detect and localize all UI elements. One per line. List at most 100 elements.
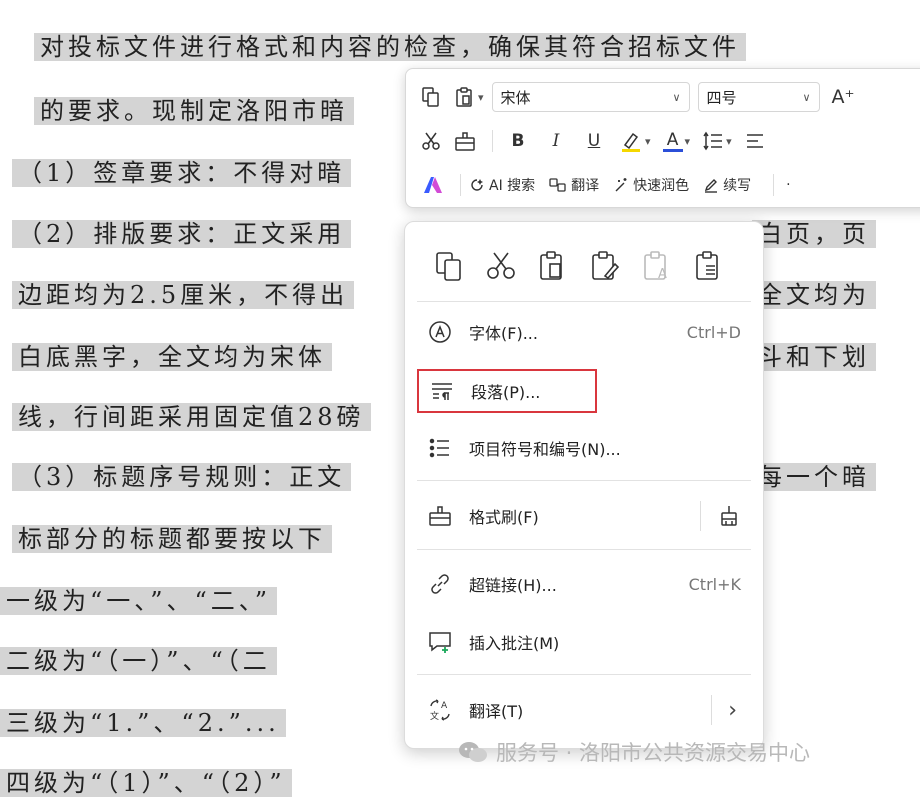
menu-item-bullets-label: 项目符号和编号(N)... xyxy=(469,440,621,459)
font-icon xyxy=(425,320,455,344)
paragraph-icon xyxy=(427,379,457,403)
toolbar-separator xyxy=(492,130,493,152)
ai-search-icon xyxy=(471,179,483,191)
doc-line: 每一个暗 xyxy=(752,450,876,504)
doc-line: 对投标文件进行格式和内容的检查，确保其符合招标文件 xyxy=(34,20,746,74)
comment-add-icon xyxy=(425,630,455,654)
toolbar-separator xyxy=(773,174,775,196)
polish-label: 快速润色 xyxy=(633,178,690,194)
font-size-select[interactable]: 四号 ∨ xyxy=(697,82,820,112)
floating-format-toolbar: ▾ 宋体 ∨ 四号 ∨ A⁺ B I U ▾ A ▾ ▾ AI 搜索 翻译 快速… xyxy=(405,68,920,208)
doc-text: 一级为“一、”、“二、” xyxy=(0,587,278,615)
cut-icon[interactable] xyxy=(475,244,527,288)
font-size-value: 四号 xyxy=(706,88,737,107)
toolbar-translate-label: 翻译 xyxy=(571,178,600,194)
toolbar-row-2: B I U ▾ A ▾ ▾ xyxy=(416,121,774,161)
continue-write-button[interactable]: 续写 xyxy=(703,175,751,195)
ai-search-label: AI 搜索 xyxy=(489,178,536,194)
toolbar-separator xyxy=(460,174,461,196)
underline-label: U xyxy=(587,131,601,151)
more-icon[interactable]: · xyxy=(782,170,794,200)
menu-item-paragraph-label: 段落(P)... xyxy=(471,383,541,402)
paste-format-icon[interactable] xyxy=(579,244,631,288)
doc-line: 标部分的标题都要按以下 xyxy=(12,512,332,566)
doc-text: 三级为“1.”、“2.”... xyxy=(0,709,286,737)
line-spacing-icon xyxy=(703,131,723,151)
menu-separator xyxy=(417,480,751,481)
paste-icon[interactable]: ▾ xyxy=(450,82,488,112)
italic-button[interactable]: I xyxy=(539,126,573,156)
underline-button[interactable]: U xyxy=(577,126,611,156)
svg-text:A: A xyxy=(441,701,448,711)
menu-item-translate[interactable]: A文 翻译(T) › xyxy=(417,688,751,732)
cut-icon[interactable] xyxy=(416,126,446,156)
bold-button[interactable]: B xyxy=(501,126,535,156)
copy-icon[interactable] xyxy=(423,244,475,288)
font-name-value: 宋体 xyxy=(500,88,531,107)
chevron-down-icon: ▾ xyxy=(726,134,732,148)
menu-separator xyxy=(417,549,751,550)
menu-separator xyxy=(417,301,751,302)
doc-line: 的要求。现制定洛阳市暗 xyxy=(34,84,354,138)
font-name-select[interactable]: 宋体 ∨ xyxy=(491,82,690,112)
menu-item-font[interactable]: 字体(F)... Ctrl+D xyxy=(417,310,751,354)
doc-text: 二级为“（一）”、“（二 xyxy=(0,647,277,675)
line-spacing-button[interactable]: ▾ xyxy=(698,126,736,156)
chevron-down-icon: ▾ xyxy=(684,134,691,148)
doc-line: 三级为“1.”、“2.”... xyxy=(0,696,286,750)
format-painter-sticky-button[interactable] xyxy=(700,494,751,538)
doc-text: 四级为“（1）”、“（2）” xyxy=(0,769,292,797)
svg-text:A: A xyxy=(658,267,667,282)
clipboard-icon-row: A xyxy=(423,244,735,288)
menu-item-font-shortcut: Ctrl+D xyxy=(686,322,741,342)
watermark: 服务号 · 洛阳市公共资源交易中心 xyxy=(458,735,810,769)
menu-item-paragraph[interactable]: 段落(P)... xyxy=(417,369,597,413)
doc-line: 二级为“（一）”、“（二 xyxy=(0,634,277,688)
bullet-list-icon xyxy=(425,436,455,460)
paste-special-icon[interactable] xyxy=(683,244,735,288)
doc-line: 线，行间距采用固定值28磅 xyxy=(12,390,371,444)
menu-item-hyperlink-label: 超链接(H)... xyxy=(469,576,557,595)
doc-line: 边距均为2.5厘米，不得出 xyxy=(12,268,355,322)
chevron-down-icon: ∨ xyxy=(802,90,811,104)
doc-text: 线，行间距采用固定值28磅 xyxy=(12,403,371,431)
context-menu: A 字体(F)... Ctrl+D 段落(P)... 项目符号和编号(N)...… xyxy=(404,221,764,749)
chevron-down-icon: ∨ xyxy=(672,90,681,104)
doc-text: 边距均为2.5厘米，不得出 xyxy=(12,281,355,309)
translate-icon xyxy=(549,178,566,192)
highlighter-icon xyxy=(622,132,640,152)
format-painter-lock-icon xyxy=(721,506,737,526)
doc-line: 白底黑字，全文均为宋体 xyxy=(12,330,332,384)
menu-item-hyperlink[interactable]: 超链接(H)... Ctrl+K xyxy=(417,562,751,606)
pen-icon xyxy=(705,179,718,193)
magic-wand-icon xyxy=(615,178,627,192)
menu-item-format-painter[interactable]: 格式刷(F) xyxy=(417,494,751,538)
grow-font-button[interactable]: A⁺ xyxy=(828,82,859,112)
ai-search-button[interactable]: AI 搜索 xyxy=(469,175,535,195)
doc-line: 白页，页 xyxy=(752,207,876,261)
highlight-color-button[interactable]: ▾ xyxy=(615,126,655,156)
copy-icon[interactable] xyxy=(416,82,446,112)
doc-line: 四级为“（1）”、“（2）” xyxy=(0,756,292,810)
paste-icon[interactable] xyxy=(527,244,579,288)
translate-submenu-arrow[interactable]: › xyxy=(711,688,751,732)
doc-text: （3）标题序号规则：正文 xyxy=(12,463,352,491)
polish-button[interactable]: 快速润色 xyxy=(613,175,689,195)
doc-line: （3）标题序号规则：正文 xyxy=(12,450,352,504)
bold-label: B xyxy=(511,131,525,151)
doc-line: （2）排版要求：正文采用 xyxy=(12,207,352,261)
chevron-right-icon: › xyxy=(728,697,737,723)
menu-item-insert-comment[interactable]: 插入批注(M) xyxy=(417,620,751,664)
menu-item-bullets[interactable]: 项目符号和编号(N)... xyxy=(417,426,751,470)
ai-logo-icon[interactable] xyxy=(418,170,448,200)
doc-text: 标部分的标题都要按以下 xyxy=(12,525,332,553)
toolbar-row-1: ▾ 宋体 ∨ 四号 ∨ A⁺ xyxy=(416,77,863,117)
doc-text: 斗和下划 xyxy=(752,343,876,371)
format-painter-icon[interactable] xyxy=(450,126,480,156)
toolbar-translate-button[interactable]: 翻译 xyxy=(549,175,599,195)
align-button[interactable] xyxy=(740,126,770,156)
grow-font-label: A⁺ xyxy=(831,86,855,108)
font-color-button[interactable]: A ▾ xyxy=(659,126,695,156)
menu-vertical-separator xyxy=(711,695,713,725)
wechat-icon xyxy=(459,742,487,762)
